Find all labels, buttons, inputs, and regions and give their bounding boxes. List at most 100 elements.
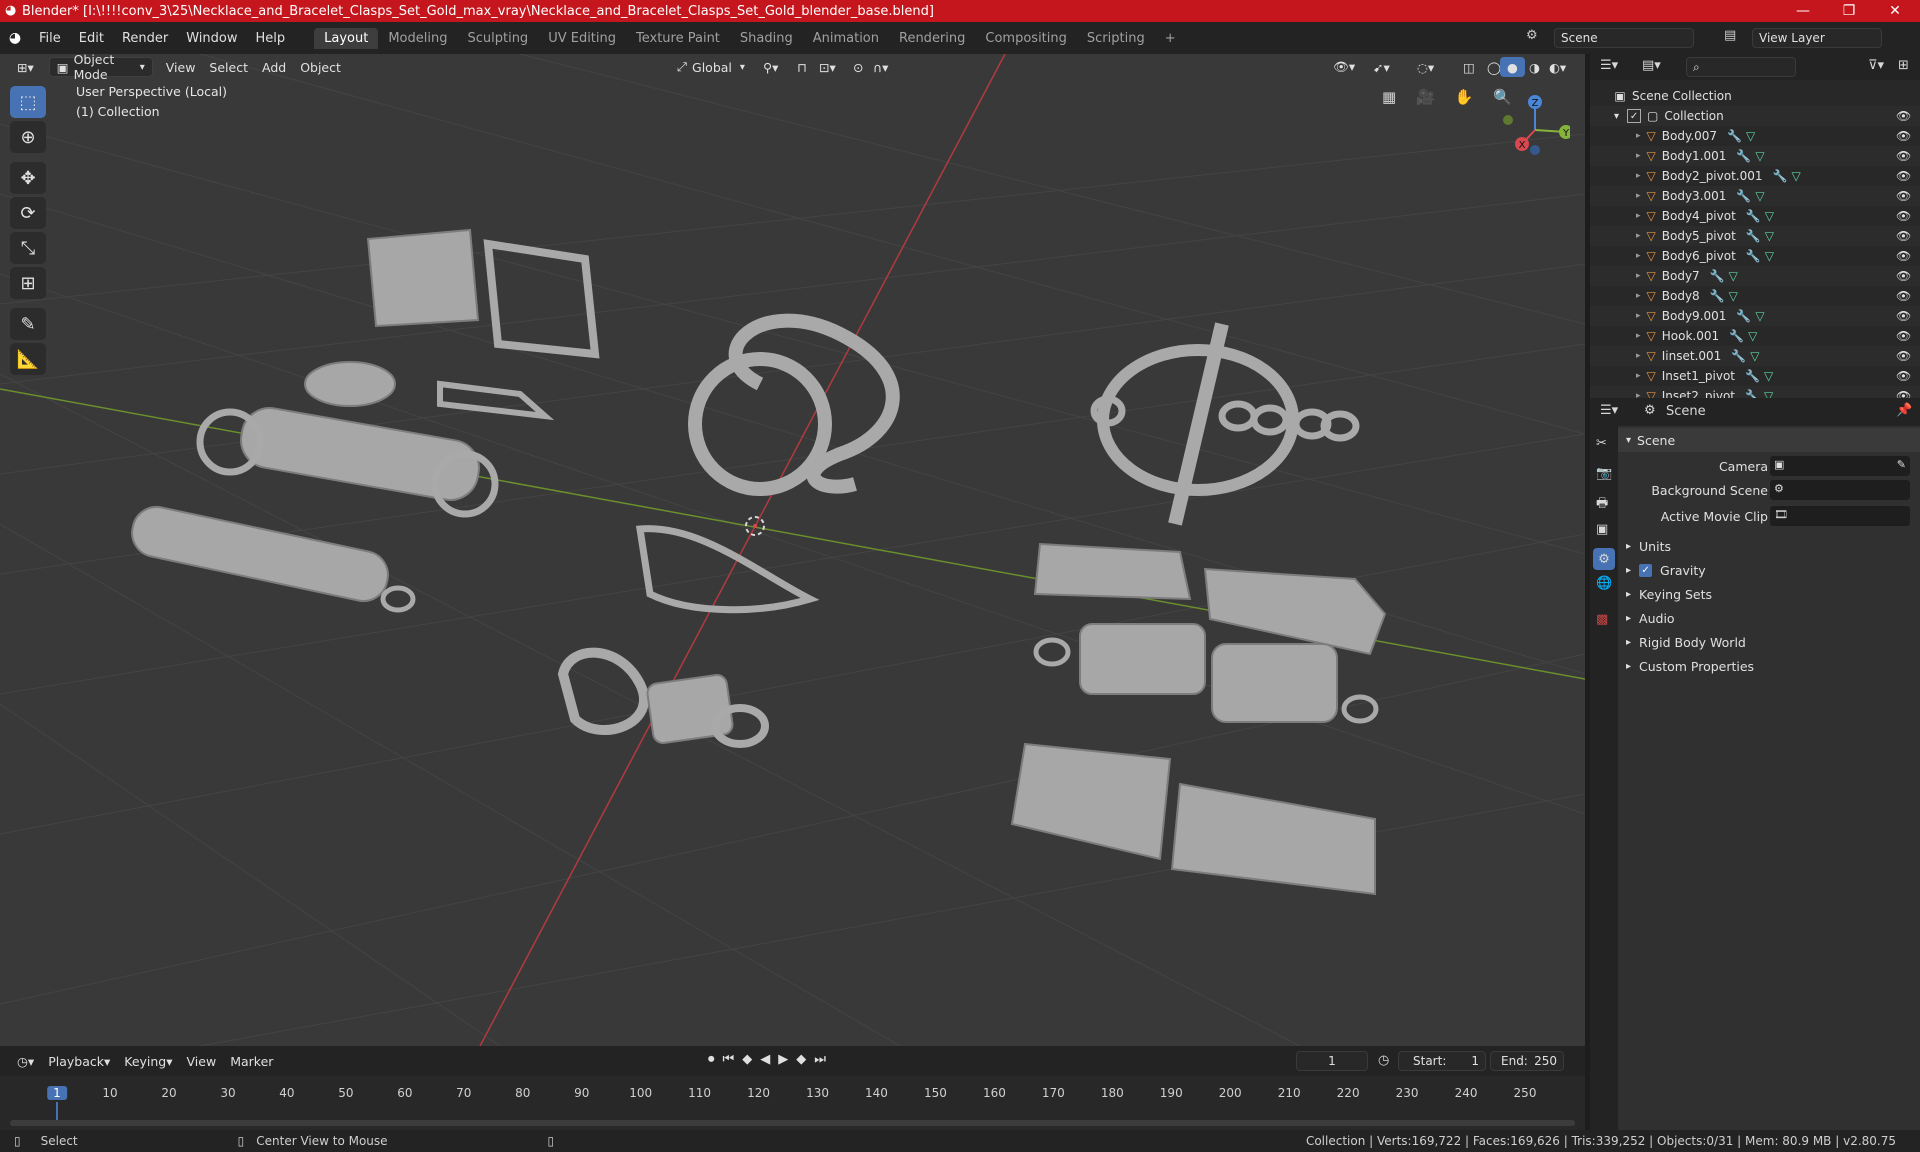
eyedropper-icon[interactable]: ✎ <box>1897 458 1906 471</box>
menu-select[interactable]: Select <box>202 57 255 77</box>
world-tab-icon[interactable]: 🌐 <box>1596 576 1612 591</box>
modifier-icon[interactable]: 🔧 <box>1710 289 1725 303</box>
modifier-icon[interactable]: 🔧 <box>1746 249 1761 263</box>
menu-object[interactable]: Object <box>293 57 348 77</box>
snap-icon[interactable]: ⊓ <box>790 57 814 77</box>
ring-d[interactable] <box>1033 637 1071 667</box>
modifier-icon[interactable]: 🔧 <box>1736 189 1751 203</box>
orientation-dropdown[interactable]: ⤢ Global ▾ <box>670 57 752 77</box>
scale-icon[interactable]: ⤡ <box>10 232 46 264</box>
tab-compositing[interactable]: Compositing <box>975 28 1077 49</box>
pivot-icon[interactable]: ⚲▾ <box>756 57 785 77</box>
slide-clasp[interactable] <box>1203 567 1387 656</box>
expand-arrow-icon[interactable]: ▸ <box>1636 311 1641 321</box>
outliner-item[interactable]: ▸ ▽ Body.007 🔧 ▽ 👁 <box>1590 126 1920 146</box>
overlay-toggle-icon[interactable]: ◌▾ <box>1410 57 1441 77</box>
outliner-item[interactable]: ▸ ▽ Body6_pivot 🔧 ▽ 👁 <box>1590 246 1920 266</box>
tool-tab-icon[interactable]: ✂ <box>1596 436 1607 451</box>
section-custom-properties[interactable]: ▸ Custom Properties <box>1618 654 1920 678</box>
section-units[interactable]: ▸ Units <box>1618 534 1920 558</box>
navigation-gizmo[interactable]: Z Y X <box>1490 88 1570 168</box>
menu-view[interactable]: View <box>159 57 203 77</box>
pin-icon[interactable]: 📌 <box>1896 403 1912 418</box>
outliner-item[interactable]: ▸ ▽ Body8 🔧 ▽ 👁 <box>1590 286 1920 306</box>
expand-arrow-icon[interactable]: ▸ <box>1636 151 1641 161</box>
ring-c[interactable] <box>380 585 416 613</box>
section-rigid-body-world[interactable]: ▸ Rigid Body World <box>1618 630 1920 654</box>
lobster-clasp[interactable] <box>557 647 649 735</box>
new-collection-icon[interactable]: ⊞ <box>1898 58 1909 73</box>
outliner-item[interactable]: ▸ ▽ Body5_pivot 🔧 ▽ 👁 <box>1590 226 1920 246</box>
mode-dropdown[interactable]: ▣ Object Mode ▾ <box>48 52 153 82</box>
screw-clasp-a[interactable] <box>1079 623 1206 695</box>
playhead-line[interactable] <box>56 1102 58 1120</box>
expand-arrow-icon[interactable]: ▸ <box>1636 271 1641 281</box>
gizmo-toggle-icon[interactable]: ➹▾ <box>1366 57 1397 77</box>
outliner-item[interactable]: ▸ ▽ Body1.001 🔧 ▽ 👁 <box>1590 146 1920 166</box>
tab-texture-paint[interactable]: Texture Paint <box>626 28 730 49</box>
timeline-scrollbar[interactable] <box>10 1120 1575 1126</box>
outliner-item[interactable]: ▸ ▽ Body3.001 🔧 ▽ 👁 <box>1590 186 1920 206</box>
snap-target-icon[interactable]: ⊡▾ <box>812 57 843 77</box>
eye-icon[interactable]: 👁 <box>1896 269 1911 283</box>
scene-icon[interactable]: ⚙ <box>1526 28 1538 43</box>
visibility-icon[interactable]: 👁▾ <box>1326 57 1362 77</box>
outliner-collection[interactable]: ▾ ✓ ▢ Collection 👁 <box>1590 106 1920 126</box>
add-workspace-button[interactable]: + <box>1155 28 1186 49</box>
cursor-icon[interactable]: ⊕ <box>10 121 46 153</box>
menu-render[interactable]: Render <box>113 31 177 46</box>
3d-viewport[interactable] <box>0 54 1585 1046</box>
mesh-data-icon[interactable]: ▽ <box>1791 169 1800 183</box>
annotate-icon[interactable]: ✎ <box>10 308 46 340</box>
outliner-editor-icon[interactable]: ☰▾ <box>1600 58 1618 73</box>
s-hook[interactable] <box>728 313 900 494</box>
mesh-data-icon[interactable]: ▽ <box>1750 349 1759 363</box>
expand-arrow-icon[interactable]: ▸ <box>1636 291 1641 301</box>
modifier-icon[interactable]: 🔧 <box>1736 309 1751 323</box>
properties-editor-icon[interactable]: ☰▾ <box>1600 403 1618 418</box>
blender-menu-icon[interactable]: ◕ <box>0 30 30 46</box>
transform-icon[interactable]: ⊞ <box>10 267 46 299</box>
close-button[interactable]: ✕ <box>1872 0 1918 22</box>
scene-field[interactable]: Scene <box>1554 28 1694 48</box>
move-icon[interactable]: ✥ <box>10 162 46 194</box>
expand-arrow-icon[interactable]: ▸ <box>1636 191 1641 201</box>
editor-type-icon[interactable]: ⊞▾ <box>10 57 41 77</box>
display-mode-icon[interactable]: ▤▾ <box>1642 58 1661 73</box>
modifier-icon[interactable]: 🔧 <box>1736 149 1751 163</box>
section-audio[interactable]: ▸ Audio <box>1618 606 1920 630</box>
filter-icon[interactable]: ⊽▾ <box>1868 58 1884 73</box>
grid-view-icon[interactable]: ▦ <box>1382 88 1396 106</box>
eye-icon[interactable]: 👁 <box>1896 129 1911 143</box>
mesh-data-icon[interactable]: ▽ <box>1729 269 1738 283</box>
camera-view-icon[interactable]: 🎥 <box>1416 88 1435 106</box>
expand-arrow-icon[interactable]: ▸ <box>1636 251 1641 261</box>
outliner-item[interactable]: ▸ ▽ Inset1_pivot 🔧 ▽ 👁 <box>1590 366 1920 386</box>
modifier-icon[interactable]: 🔧 <box>1746 209 1761 223</box>
modifier-icon[interactable]: 🔧 <box>1773 169 1788 183</box>
eye-icon[interactable]: 👁 <box>1896 309 1911 323</box>
menu-add[interactable]: Add <box>255 57 293 77</box>
outliner-item[interactable]: ▸ ▽ Hook.001 🔧 ▽ 👁 <box>1590 326 1920 346</box>
gravity-checkbox[interactable]: ✓ <box>1639 563 1653 577</box>
modifier-icon[interactable]: 🔧 <box>1731 349 1746 363</box>
eye-icon[interactable]: 👁 <box>1896 349 1911 363</box>
maximize-button[interactable]: ❐ <box>1826 0 1872 22</box>
section-gravity[interactable]: ▸ ✓ Gravity <box>1618 558 1920 582</box>
mesh-data-icon[interactable]: ▽ <box>1764 369 1773 383</box>
pan-hand-icon[interactable]: ✋ <box>1455 88 1474 106</box>
measure-icon[interactable]: 📐 <box>10 343 46 375</box>
outliner-item[interactable]: ▸ ▽ Body2_pivot.001 🔧 ▽ 👁 <box>1590 166 1920 186</box>
mesh-data-icon[interactable]: ▽ <box>1746 129 1755 143</box>
modifier-icon[interactable]: 🔧 <box>1746 229 1761 243</box>
tab-rendering[interactable]: Rendering <box>889 28 975 49</box>
tab-scripting[interactable]: Scripting <box>1077 28 1155 49</box>
tab-modeling[interactable]: Modeling <box>378 28 457 49</box>
tab-sculpting[interactable]: Sculpting <box>457 28 538 49</box>
mesh-data-icon[interactable]: ▽ <box>1755 149 1764 163</box>
expand-arrow-icon[interactable]: ▸ <box>1636 331 1641 341</box>
timeline-ruler[interactable]: 1 10 20 30 40 50 60 70 80 90 100 110 120 130 140 150 160… <box>0 1046 1585 1130</box>
select-box-icon[interactable]: ⬚ <box>10 86 46 118</box>
falloff-icon[interactable]: ∩▾ <box>866 57 895 77</box>
rendered-shading-icon[interactable]: ◐▾ <box>1542 57 1573 77</box>
